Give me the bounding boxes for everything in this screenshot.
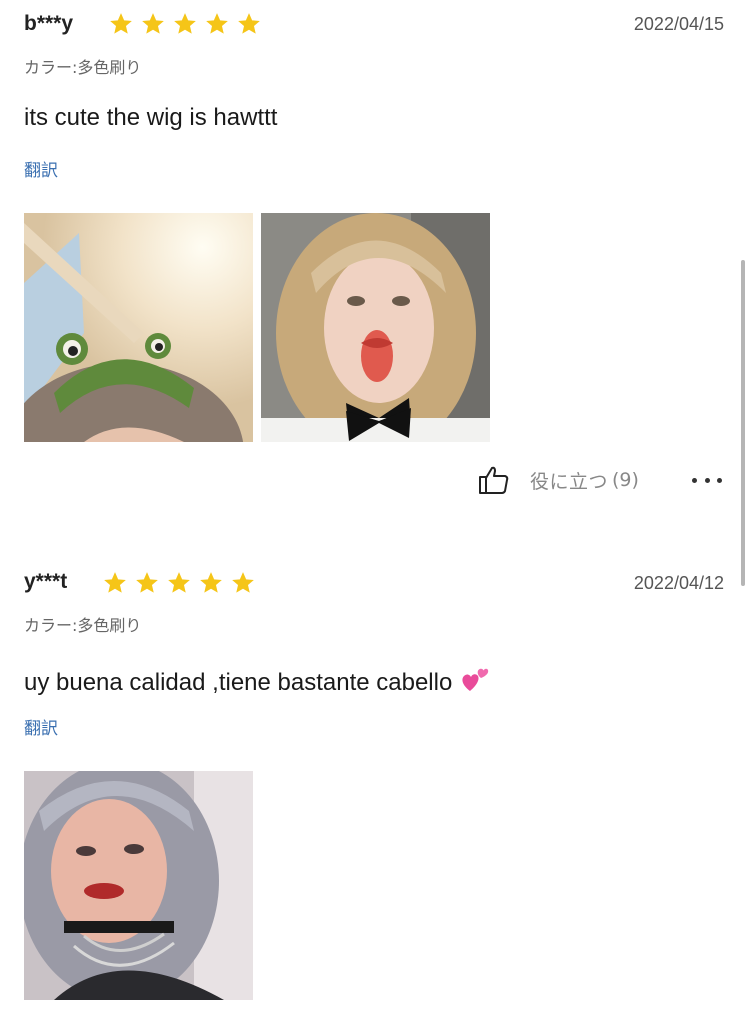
frog-hat-selfie-photo: [24, 213, 253, 442]
star-icon: [232, 572, 254, 593]
review-photo[interactable]: [261, 213, 490, 442]
star-icon: [206, 13, 228, 34]
review-date: 2022/04/15: [633, 14, 724, 34]
helpful-count: (9): [612, 469, 639, 491]
two-hearts-icon: [462, 668, 489, 691]
review-variant: カラー:多色刷り: [24, 616, 142, 635]
review-username: b***y: [24, 12, 74, 35]
helpful-button[interactable]: 役に立つ (9): [478, 464, 639, 496]
thumbs-up-icon: [479, 466, 509, 494]
star-icon: [142, 13, 164, 34]
translate-link[interactable]: 翻訳: [24, 156, 58, 181]
star-icon: [168, 572, 190, 593]
review-comment-text: uy buena calidad ,tiene bastante cabello: [24, 669, 453, 696]
star-icon: [200, 572, 222, 593]
star-rating: [108, 11, 262, 37]
silver-wig-selfie-photo: [24, 771, 253, 1000]
star-icon: [174, 13, 196, 34]
star-icon: [136, 572, 158, 593]
more-icon[interactable]: [692, 468, 722, 492]
review-comment: uy buena calidad ,tiene bastante cabello: [24, 664, 490, 697]
helpful-label: 役に立つ: [530, 470, 609, 493]
review-photo[interactable]: [24, 213, 253, 442]
review-variant: カラー:多色刷り: [24, 58, 142, 77]
star-icon: [104, 572, 126, 593]
scrollbar[interactable]: [741, 260, 745, 586]
star-icon: [110, 13, 132, 34]
translate-link[interactable]: 翻訳: [24, 714, 58, 739]
review-comment: its cute the wig is hawttt: [24, 104, 278, 131]
star-icon: [238, 13, 260, 34]
review-date: 2022/04/12: [633, 573, 724, 593]
review-photo[interactable]: [24, 771, 253, 1000]
blonde-wig-selfie-photo: [261, 213, 490, 442]
star-rating: [102, 570, 256, 596]
review-username: y***t: [24, 570, 68, 593]
